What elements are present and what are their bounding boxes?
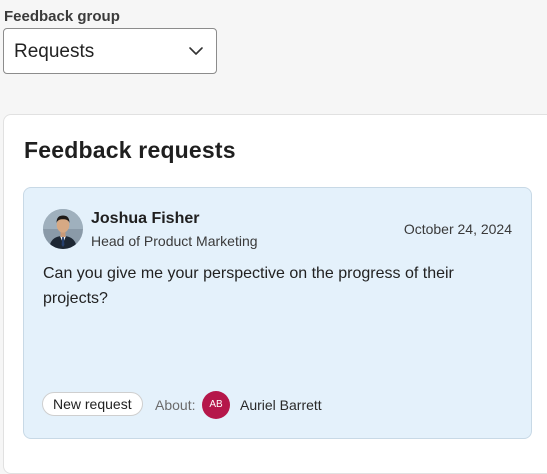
feedback-requests-panel: Feedback requests Joshua Fisher Head of … [3,114,547,474]
chevron-down-icon [189,47,203,55]
feedback-group-selected-value: Requests [14,41,95,62]
feedback-group-select[interactable]: Requests [3,28,217,74]
feedback-group-label: Feedback group [4,8,120,25]
sender-role: Head of Product Marketing [91,233,258,249]
sender-name: Joshua Fisher [91,210,200,227]
about-label: About: [155,397,196,413]
sender-avatar [43,209,83,249]
person-photo-icon [43,209,83,249]
panel-title: Feedback requests [24,137,236,163]
request-message: Can you give me your perspective on the … [43,265,454,307]
about-person-avatar: AB [202,391,230,419]
request-date: October 24, 2024 [403,221,512,237]
status-badge: New request [42,392,143,416]
feedback-request-card[interactable]: Joshua Fisher Head of Product Marketing … [23,187,532,439]
about-person-name: Auriel Barrett [240,397,322,413]
